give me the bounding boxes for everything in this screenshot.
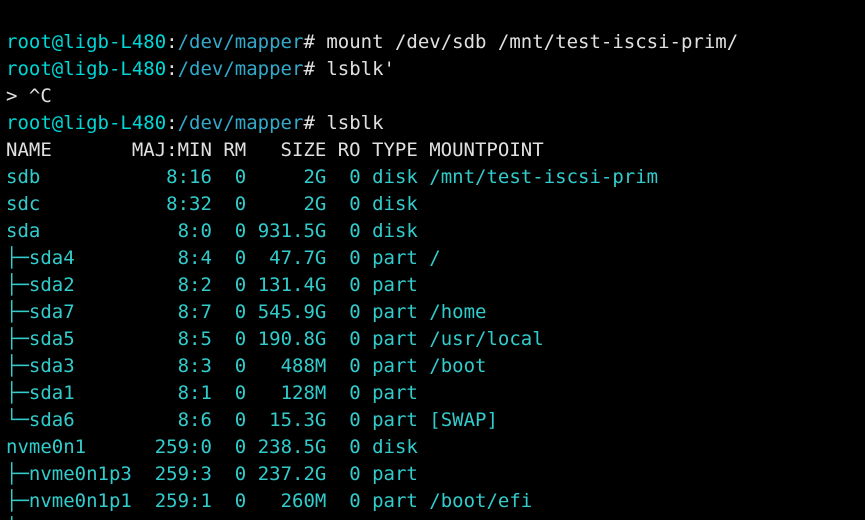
table-row: ├─sda1 8:1 0 128M 0 part [6, 382, 429, 404]
prompt-user-host: root@ligb-L480 [6, 31, 166, 53]
prompt-colon: : [166, 31, 177, 53]
prompt-path: /dev/mapper [178, 31, 304, 53]
table-row: ├─nvme0n1p1 259:1 0 260M 0 part /boot/ef… [6, 490, 532, 512]
terminal-output[interactable]: root@ligb-L480:/dev/mapper# mount /dev/s… [0, 0, 865, 520]
command-lsblk-broken: lsblk' [315, 58, 395, 80]
prompt-line-2: root@ligb-L480:/dev/mapper# lsblk' [6, 58, 395, 80]
command-lsblk: lsblk [315, 112, 384, 134]
table-row: ├─sda2 8:2 0 131.4G 0 part [6, 274, 429, 296]
table-row: sda 8:0 0 931.5G 0 disk [6, 220, 429, 242]
table-row: sdc 8:32 0 2G 0 disk [6, 193, 429, 215]
table-row: ├─sda5 8:5 0 190.8G 0 part /usr/local [6, 328, 544, 350]
command-mount: mount /dev/sdb /mnt/test-iscsi-prim/ [315, 31, 738, 53]
table-row: ├─sda3 8:3 0 488M 0 part /boot [6, 355, 487, 377]
table-row: nvme0n1 259:0 0 238.5G 0 disk [6, 436, 429, 458]
table-row: ├─sda4 8:4 0 47.7G 0 part / [6, 247, 441, 269]
ctrl-c-line: > ^C [6, 85, 52, 107]
lsblk-body: sdb 8:16 0 2G 0 disk /mnt/test-iscsi-pri… [6, 166, 658, 520]
prompt-line-1: root@ligb-L480:/dev/mapper# mount /dev/s… [6, 31, 738, 53]
table-row: └─sda6 8:6 0 15.3G 0 part [SWAP] [6, 409, 498, 431]
lsblk-header: NAME MAJ:MIN RM SIZE RO TYPE MOUNTPOINT [6, 139, 544, 161]
table-row: ├─nvme0n1p3 259:3 0 237.2G 0 part [6, 463, 429, 485]
table-row: ├─sda7 8:7 0 545.9G 0 part /home [6, 301, 487, 323]
prompt-line-3: root@ligb-L480:/dev/mapper# lsblk [6, 112, 384, 134]
prompt-hash: # [303, 31, 314, 53]
table-row: sdb 8:16 0 2G 0 disk /mnt/test-iscsi-pri… [6, 166, 658, 188]
